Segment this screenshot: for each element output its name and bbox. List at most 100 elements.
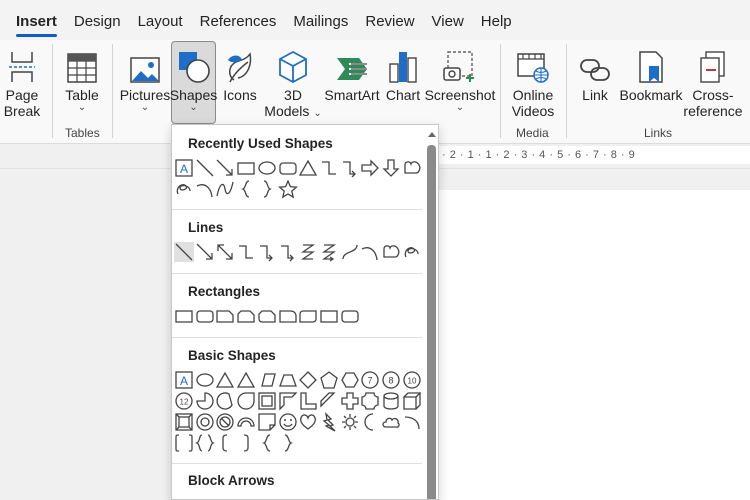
basic-noSym-shape-icon[interactable] [215,412,235,432]
basic-bevel-shape-icon[interactable] [174,412,194,432]
basic-fold-shape-icon[interactable] [257,412,277,432]
line-elbowarrow-shape-icon[interactable] [257,242,277,262]
scroll-up-arrow-icon[interactable] [427,129,437,139]
oval-shape-icon[interactable] [257,158,277,178]
smartart-button[interactable]: SmartArt [324,42,380,103]
basic-pie-shape-icon[interactable] [195,391,215,411]
line-scribble-shape-icon[interactable] [402,242,422,262]
tab-layout[interactable]: Layout [131,0,190,40]
tab-references[interactable]: References [193,0,284,40]
basic-rbrace-shape-icon[interactable] [278,433,298,453]
cloudish-shape-icon[interactable] [402,158,422,178]
basic-donut-shape-icon[interactable] [195,412,215,432]
darrow-shape-icon[interactable] [381,158,401,178]
basic-diagstripe-shape-icon[interactable] [319,391,339,411]
basic-moon-shape-icon[interactable] [360,412,380,432]
gallery-scrollbar[interactable] [426,127,438,499]
line-elbow-shape-icon[interactable] [236,242,256,262]
line-arrow-shape-icon[interactable] [195,242,215,262]
tab-mailings[interactable]: Mailings [286,0,355,40]
elbowarrow-shape-icon[interactable] [340,158,360,178]
basic-arc2-shape-icon[interactable] [402,412,422,432]
basic-lbrace-shape-icon[interactable] [257,433,277,453]
table-button[interactable]: Table ⌄ [62,42,102,113]
basic-cube-shape-icon[interactable] [402,391,422,411]
basic-oval-shape-icon[interactable] [195,370,215,390]
line-curvedconn-shape-icon[interactable] [340,242,360,262]
basic-tear-shape-icon[interactable] [236,391,256,411]
basic-plaque-shape-icon[interactable] [360,391,380,411]
document-page[interactable] [436,190,750,500]
basic-pent-shape-icon[interactable] [319,370,339,390]
basic-halfframe-shape-icon[interactable] [278,391,298,411]
basic-chord-shape-icon[interactable] [215,391,235,411]
basic-blockarc-shape-icon[interactable] [236,412,256,432]
basic-heart-shape-icon[interactable] [298,412,318,432]
line-elbowarrow-shape-icon[interactable] [278,242,298,262]
scrollbar-thumb[interactable] [427,145,436,499]
tab-help[interactable]: Help [474,0,519,40]
basic-sun-shape-icon[interactable] [340,412,360,432]
polygon-shape-icon[interactable]: 7 [360,370,380,390]
chart-button[interactable]: Chart [384,42,422,103]
pictures-button[interactable]: Pictures ⌄ [120,42,170,113]
line-diag-shape-icon[interactable] [174,242,194,262]
basic-lshape-shape-icon[interactable] [298,391,318,411]
curve-shape-icon[interactable] [215,179,235,199]
basic-hex-shape-icon[interactable] [340,370,360,390]
textbox-shape-icon[interactable]: A [174,158,194,178]
rrect-shape-icon[interactable] [278,158,298,178]
rect-rrect-shape-icon[interactable] [340,306,360,326]
basic-para-shape-icon[interactable] [257,370,277,390]
tab-design[interactable]: Design [67,0,128,40]
tab-view[interactable]: View [425,0,471,40]
rarrow-shape-icon[interactable] [360,158,380,178]
link-button[interactable]: Link [576,42,614,103]
line-zz-shape-icon[interactable] [298,242,318,262]
elbow-shape-icon[interactable] [319,158,339,178]
rect-round1-shape-icon[interactable] [278,306,298,326]
icons-button[interactable]: Icons [221,42,259,103]
basic-textbox-shape-icon[interactable]: A [174,370,194,390]
basic-bolt-shape-icon[interactable] [319,412,339,432]
screenshot-button[interactable]: Screenshot ⌄ [425,42,495,113]
line-cloudish-shape-icon[interactable] [381,242,401,262]
line-dblarrow-shape-icon[interactable] [215,242,235,262]
basic-trap-shape-icon[interactable] [278,370,298,390]
rect-rrect-shape-icon[interactable] [195,306,215,326]
rect-shape-icon[interactable] [236,158,256,178]
page-break-button[interactable]: Page Break [2,42,42,119]
3d-models-button[interactable]: 3D Models ⌄ [264,42,322,119]
line-arc-shape-icon[interactable] [360,242,380,262]
basic-diamond-shape-icon[interactable] [298,370,318,390]
rect-snip2-shape-icon[interactable] [236,306,256,326]
basic-tri-shape-icon[interactable] [215,370,235,390]
basic-frame-shape-icon[interactable] [257,391,277,411]
basic-dblbrace-shape-icon[interactable] [194,433,215,453]
basic-rbracket-shape-icon[interactable] [236,433,256,453]
arrow-shape-icon[interactable] [215,158,235,178]
basic-can-shape-icon[interactable] [381,391,401,411]
arc-shape-icon[interactable] [195,179,215,199]
rect-round2-shape-icon[interactable] [298,306,318,326]
basic-cloud-shape-icon[interactable] [381,412,401,432]
star-shape-icon[interactable] [277,179,298,199]
shapes-button[interactable]: Shapes ⌄ [170,41,217,124]
basic-lbracket-shape-icon[interactable] [215,433,235,453]
basic-smiley-shape-icon[interactable] [278,412,298,432]
bookmark-button[interactable]: Bookmark [619,42,683,103]
line-zzarr-shape-icon[interactable] [319,242,339,262]
lbrace-shape-icon[interactable] [236,179,256,199]
rect-rect-shape-icon[interactable] [319,306,339,326]
online-videos-button[interactable]: Online Videos [508,42,558,119]
line-shape-icon[interactable] [195,158,215,178]
tab-insert[interactable]: Insert [9,0,64,40]
basic-dblbracket-shape-icon[interactable] [174,433,194,453]
horizontal-ruler[interactable]: · 2 · 1 · 1 · 2 · 3 · 4 · 5 · 6 · 7 · 8 … [436,146,750,164]
polygon-shape-icon[interactable]: 10 [402,370,422,390]
basic-tri-shape-icon[interactable] [236,370,256,390]
scribble-shape-icon[interactable] [174,179,194,199]
polygon-shape-icon[interactable]: 12 [174,391,194,411]
tri-shape-icon[interactable] [298,158,318,178]
rbrace-shape-icon[interactable] [257,179,277,199]
